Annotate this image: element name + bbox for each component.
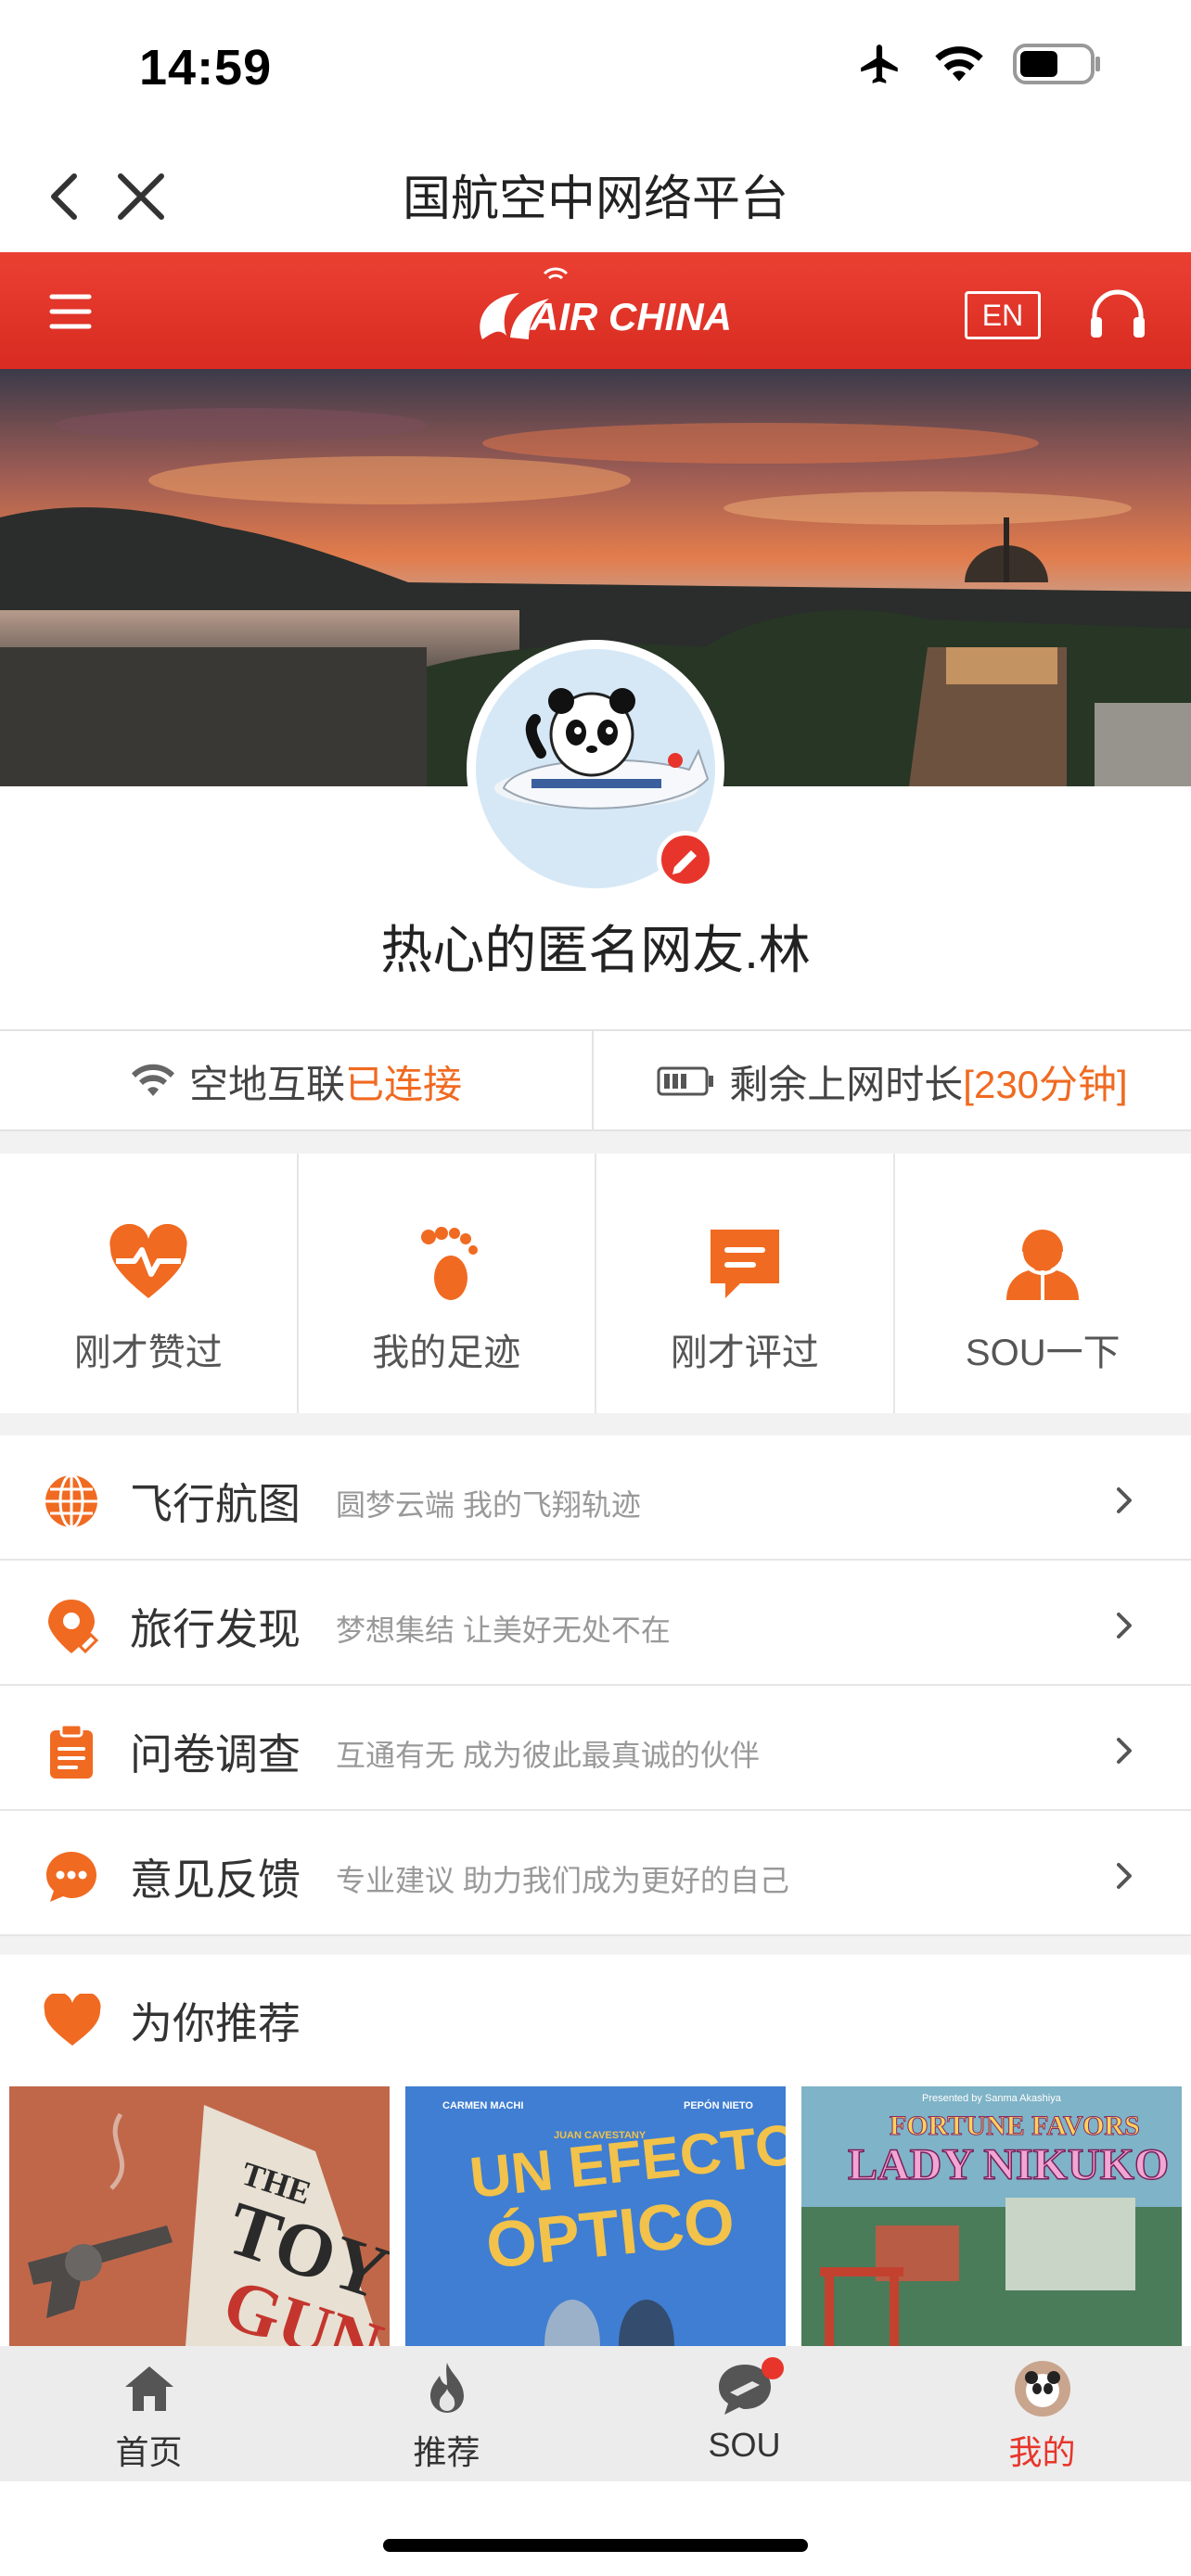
edit-profile-button[interactable]: [657, 831, 714, 888]
home-icon: [124, 2366, 173, 2411]
language-toggle-button[interactable]: EN: [965, 291, 1041, 339]
poster-presenter: Presented by Sanma Akashiya: [922, 2093, 1062, 2104]
menu-item-subtitle: 互通有无 成为彼此最真诚的伙伴: [336, 1739, 760, 1772]
menu-item-subtitle: 圆梦云端 我的飞翔轨迹: [336, 1488, 641, 1522]
recommend-posters: THE TOY GUN CARMEN MACHI PEPÓN NIETO JUA…: [0, 2086, 1191, 2346]
quick-action-footprint[interactable]: 我的足迹: [299, 1154, 596, 1413]
quick-action-liked[interactable]: 刚才赞过: [0, 1154, 299, 1413]
pencil-icon: [672, 850, 697, 874]
poster-toy-gun[interactable]: THE TOY GUN: [9, 2086, 390, 2346]
menu-item-title: 旅行发现: [130, 1605, 301, 1653]
hamburger-menu-icon[interactable]: [43, 284, 98, 339]
feature-menu: 飞行航图 圆梦云端 我的飞翔轨迹 旅行发现 梦想集结 让美好无处不在 问卷调查 …: [0, 1435, 1191, 1936]
remaining-label: 剩余上网时长: [729, 1062, 964, 1106]
chevron-right-icon: [1117, 1863, 1132, 1889]
chevron-right-icon: [1117, 1738, 1132, 1764]
notification-dot: [761, 2357, 784, 2379]
status-icons: [855, 41, 1102, 87]
quick-action-label: 刚才评过: [670, 1333, 819, 1373]
wifi-signal-icon: [131, 1064, 174, 1096]
section-divider: [0, 1413, 1191, 1435]
tab-label: 我的: [1008, 2433, 1076, 2471]
flame-icon: [429, 2363, 464, 2413]
home-indicator-area: [0, 2481, 1191, 2576]
status-bar: 14:59: [0, 0, 1191, 139]
section-divider: [0, 1131, 1191, 1154]
menu-item-survey[interactable]: 问卷调查 互通有无 成为彼此最真诚的伙伴: [0, 1686, 1191, 1811]
connection-status: 空地互联 已连接: [0, 1031, 594, 1131]
tab-recommend[interactable]: 推荐: [298, 2346, 596, 2481]
poster-credit: CARMEN MACHI: [442, 2100, 523, 2111]
tab-home[interactable]: 首页: [0, 2346, 298, 2481]
username: 热心的匿名网友.林: [380, 921, 811, 979]
menu-item-travel-discovery[interactable]: 旅行发现 梦想集结 让美好无处不在: [0, 1561, 1191, 1686]
menu-item-subtitle: 专业建议 助力我们成为更好的自己: [336, 1864, 789, 1897]
air-china-header: AIR CHINA EN: [0, 252, 1191, 369]
bottom-tab-bar: 首页 推荐 SOU 我的: [0, 2346, 1191, 2481]
brand-wordmark: AIR CHINA: [530, 295, 732, 338]
poster-lady-nikuko[interactable]: Presented by Sanma Akashiya FORTUNE FAVO…: [801, 2086, 1182, 2346]
tab-mine[interactable]: 我的: [893, 2346, 1191, 2481]
poster-credit: PEPÓN NIETO: [684, 2099, 753, 2111]
home-indicator[interactable]: [383, 2539, 808, 2552]
menu-item-title: 飞行航图: [130, 1480, 301, 1528]
menu-item-flight-map[interactable]: 飞行航图 圆梦云端 我的飞翔轨迹: [0, 1435, 1191, 1561]
quick-action-sou[interactable]: SOU一下: [895, 1154, 1191, 1413]
chat-bubble-icon: [46, 1852, 96, 1902]
status-time: 14:59: [139, 40, 273, 96]
remaining-value-text: [230分钟]: [963, 1062, 1128, 1106]
remaining-time: 剩余上网时长 [230分钟]: [594, 1031, 1191, 1131]
battery-level-icon: [657, 1066, 714, 1096]
menu-item-subtitle: 梦想集结 让美好无处不在: [336, 1613, 671, 1647]
quick-action-label: 刚才赞过: [73, 1333, 223, 1373]
tab-label: SOU: [708, 2426, 781, 2464]
menu-item-title: 问卷调查: [130, 1730, 301, 1779]
profile-avatar-icon: [1014, 2361, 1070, 2417]
chevron-right-icon: [1117, 1487, 1132, 1513]
tab-label: 首页: [115, 2433, 183, 2471]
chevron-right-icon: [1117, 1613, 1132, 1639]
wifi-icon: [935, 46, 983, 82]
menu-item-feedback[interactable]: 意见反馈 专业建议 助力我们成为更好的自己: [0, 1811, 1191, 1936]
nav-bar: 国航空中网络平台: [0, 139, 1191, 252]
connection-state: 已连接: [345, 1062, 463, 1106]
menu-item-title: 意见反馈: [130, 1855, 301, 1904]
quick-action-commented[interactable]: 刚才评过: [596, 1154, 895, 1413]
nav-title: 国航空中网络平台: [402, 172, 788, 226]
battery-icon: [1013, 44, 1100, 84]
heart-pulse-icon: [109, 1224, 187, 1298]
headset-icon[interactable]: [1085, 284, 1150, 343]
comment-icon: [710, 1230, 779, 1298]
recommend-header: 为你推荐: [0, 1955, 1191, 2081]
connection-status-bar: 空地互联 已连接 剩余上网时长 [230分钟]: [0, 1029, 1191, 1131]
poster-title-line: LADY NIKUKO: [848, 2140, 1169, 2189]
airplane-mode-icon: [861, 45, 898, 83]
air-china-logo: AIR CHINA: [464, 267, 733, 356]
location-pin-icon: [48, 1600, 99, 1654]
connection-label: 空地互联: [188, 1062, 345, 1106]
tab-sou[interactable]: SOU: [596, 2346, 893, 2481]
recommend-title: 为你推荐: [130, 1999, 301, 2047]
quick-action-label: 我的足迹: [372, 1333, 521, 1373]
poster-efecto-optico[interactable]: CARMEN MACHI PEPÓN NIETO JUAN CAVESTANY …: [405, 2086, 786, 2346]
footprint-icon: [421, 1227, 479, 1300]
quick-actions: 刚才赞过 我的足迹 刚才评过 SOU一下: [0, 1154, 1191, 1413]
heart-icon: [44, 1994, 101, 2046]
poster-title-line: FORTUNE FAVORS: [890, 2111, 1140, 2141]
globe-icon: [45, 1473, 97, 1529]
remaining-value: [230分钟]: [963, 1053, 1127, 1110]
section-divider: [0, 1936, 1191, 1955]
quick-action-label: SOU一下: [965, 1333, 1121, 1373]
tab-label: 推荐: [413, 2433, 480, 2471]
people-icon: [1006, 1230, 1080, 1300]
clipboard-icon: [50, 1723, 93, 1779]
